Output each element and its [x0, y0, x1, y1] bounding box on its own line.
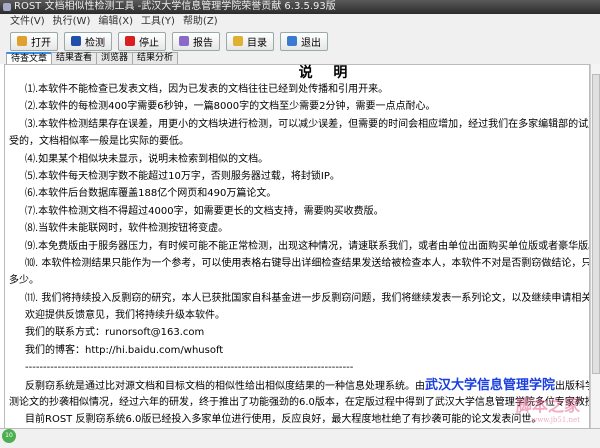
button-label: 检测	[85, 37, 105, 49]
vertical-scrollbar[interactable]	[590, 64, 600, 428]
menu-bar: 文件(V) 执行(W) 编辑(X) 工具(Y) 帮助(Z)	[0, 14, 600, 30]
directory-icon	[233, 36, 243, 46]
doc-line: ⑵.本软件的每检测400字需要6秒钟，一篇8000字的文档至少需要2分钟，需要一…	[25, 101, 436, 113]
open-folder-icon	[17, 36, 27, 46]
toolbar-button[interactable]: 目录	[226, 31, 274, 51]
menu-item[interactable]: 文件(V)	[10, 14, 45, 30]
button-label: 停止	[139, 37, 159, 49]
stop-icon	[125, 36, 135, 46]
scroll-thumb[interactable]	[592, 74, 600, 374]
menu-item[interactable]: 编辑(X)	[98, 14, 133, 30]
doc-line: 多少。	[9, 275, 39, 287]
button-label: 打开	[31, 37, 51, 49]
doc-line: ⑷.如果某个相似块未显示，说明未检索到相似的文档。	[25, 153, 269, 165]
tab[interactable]: 结果查看	[51, 52, 98, 64]
doc-line: ⑼.本免费版由于服务器压力，有时候可能不能正常检测，出现这种情况，请速联系我们，…	[25, 240, 590, 252]
status-bar: 10	[0, 428, 600, 448]
doc-line: 欢迎提供反馈意见，我们将持续升级本软件。	[25, 310, 225, 322]
menu-item[interactable]: 帮助(Z)	[183, 14, 218, 30]
toolbar-button[interactable]: 停止	[118, 31, 166, 51]
status-badge: 10	[2, 429, 16, 443]
doc-line: ⑺.本软件检测文档不得超过4000字，如需要更长的文档支持，需要购买收费版。	[25, 205, 384, 217]
button-label: 目录	[247, 37, 267, 49]
doc-line: ⑸.本软件每天检测字数不能超过10万字，否则服务器过载，将封锁IP。	[25, 170, 340, 182]
doc-line: 目前ROST 反剽窃系统6.0版已经投入多家单位进行使用，反应良好，最大程度地杜…	[25, 414, 542, 426]
doc-line: 受的，文档相似率一般是比实际的要低。	[9, 136, 189, 148]
doc-line: ⑻.当软件未能联网时，软件检测按钮将变虚。	[25, 223, 229, 235]
doc-line: ⑴.本软件不能检查已发表文档，因为已发表的文档往往已经到处传播和引用开来。	[25, 84, 389, 95]
doc-line: ----------------------------------------…	[25, 362, 354, 374]
doc-line: 我们的联系方式：runorsoft@163.com	[25, 327, 205, 339]
window-title: ROST 文档相似性检测工具 -武汉大学信息管理学院荣誉贡献 6.3.5.93版	[14, 1, 336, 12]
toolbar-button[interactable]: 检测	[64, 31, 112, 51]
menu-item[interactable]: 工具(Y)	[141, 14, 175, 30]
exit-icon	[287, 36, 297, 46]
tab[interactable]: 待查文章	[6, 52, 53, 64]
toolbar: 打开 检测 停止 报告 目录 退出	[0, 30, 600, 52]
toolbar-button[interactable]: 打开	[10, 31, 58, 51]
intro-line: 反剽窃系统是通过比对源文档和目标文档的相似性给出相似度结果的一种信息处理系统。由…	[5, 377, 589, 394]
doc-line: 我们的博客：http://hi.baidu.com/whusoft	[25, 344, 224, 356]
document-view[interactable]: 说 明 ⑴.本软件不能检查已发表文档，因为已发表的文档往往已经到处传播和引用开来…	[4, 64, 590, 429]
title-bar: ROST 文档相似性检测工具 -武汉大学信息管理学院荣誉贡献 6.3.5.93版	[0, 0, 600, 14]
tab[interactable]: 浏览器	[96, 52, 134, 64]
save-disk-icon	[71, 36, 81, 46]
doc-title: 说 明	[298, 65, 356, 81]
app-icon	[3, 3, 11, 11]
doc-line: ⑹.本软件后台数据库覆盖188亿个网页和490万篇论文。	[25, 188, 277, 200]
menu-item[interactable]: 执行(W)	[53, 14, 91, 30]
doc-line: ⑽. 本软件检测结果只能作为一个参考，可以使用表格右键导出详细检查结果发送给被检…	[25, 257, 590, 269]
toolbar-button[interactable]: 报告	[172, 31, 220, 51]
report-icon	[179, 36, 189, 46]
toolbar-button[interactable]: 退出	[280, 31, 328, 51]
button-label: 退出	[301, 37, 321, 49]
intro-text-after: 出版科学系教师	[555, 380, 589, 392]
highlight-text: 武汉大学信息管理学院	[425, 377, 556, 393]
doc-line: ⑾. 我们将持续投入反剽窃的研究，本人已获批国家自科基金进一步反剽窃问题，我们将…	[25, 292, 590, 304]
intro-text: 反剽窃系统是通过比对源文档和目标文档的相似性给出相似度结果的一种信息处理系统。由	[25, 380, 425, 392]
tab-bar: 待查文章 结果查看 浏览器 结果分析	[0, 52, 600, 64]
doc-line: ⑶.本软件检测结果存在误差，用更小的文档块进行检测，可以减少误差，但需要的时间会…	[25, 118, 590, 130]
doc-line: 测论文的抄袭相似情况，经过六年的研发，终于推出了功能强劲的6.0版本，在定版过程…	[9, 397, 590, 409]
tab[interactable]: 结果分析	[132, 52, 179, 64]
button-label: 报告	[193, 37, 213, 49]
